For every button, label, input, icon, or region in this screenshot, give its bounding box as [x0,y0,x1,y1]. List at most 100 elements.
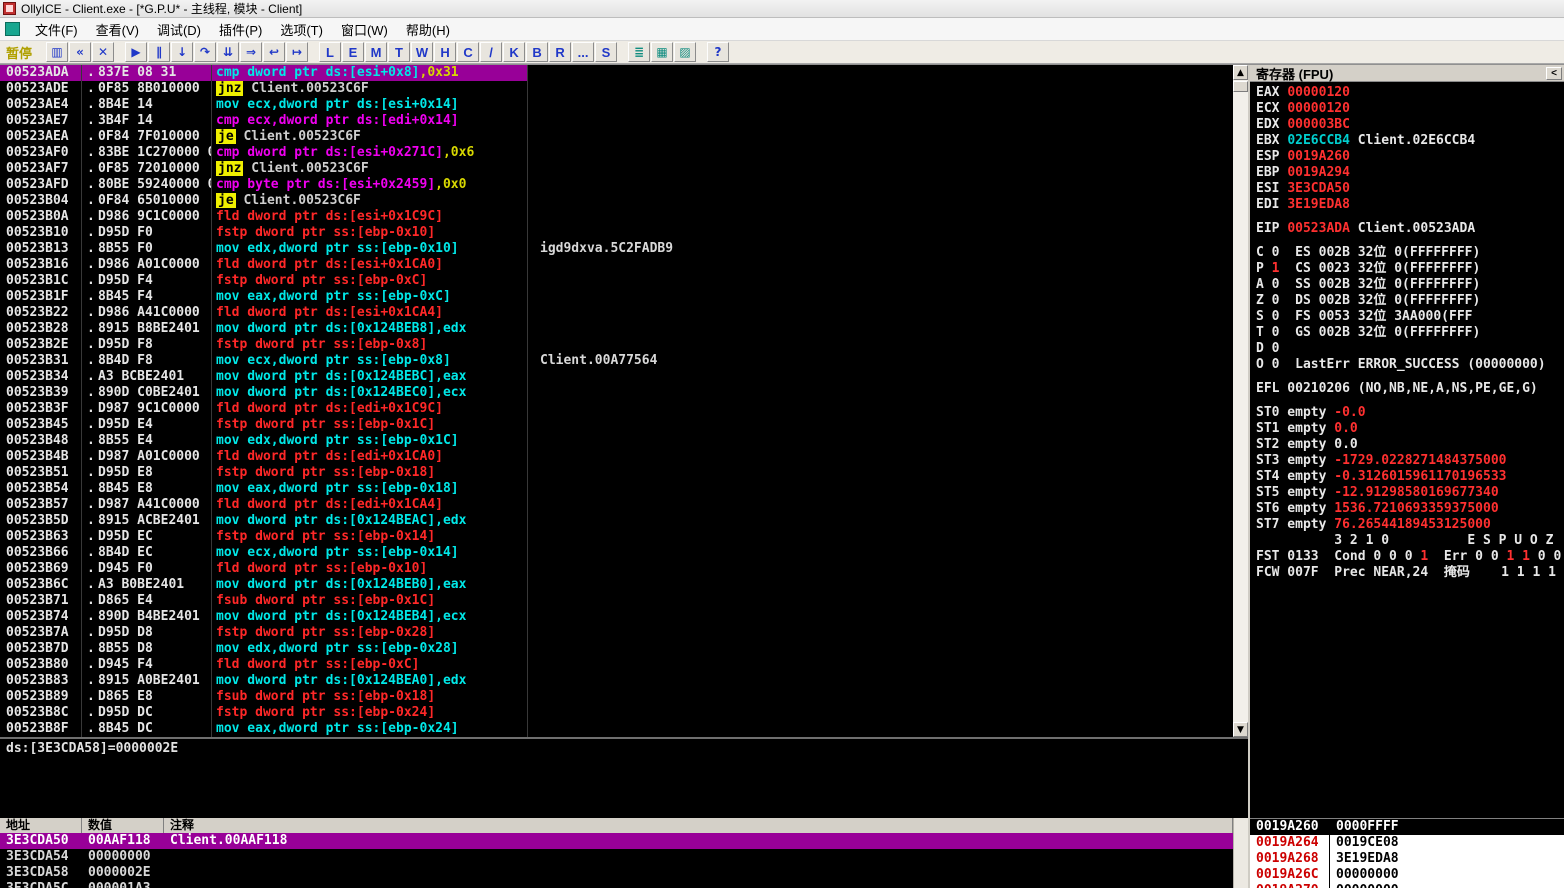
disasm-row[interactable]: 00523AF7. 0F85 72010000 jnz Client.00523C6… [0,161,1233,177]
disasm-row[interactable]: 00523B51. D95D E8 fstp dword ptr ss:[ebp-0… [0,465,1233,481]
register-line[interactable]: A 0 SS 002B 32位 0(FFFFFFFF) [1256,277,1564,293]
windows-list-button[interactable]: ▦ [651,42,674,62]
register-line[interactable]: FST 0133 Cond 0 0 0 1 Err 0 0 1 1 0 0 [1256,549,1564,565]
collapse-registers-button[interactable]: < [1546,66,1562,80]
disasm-row[interactable]: 00523B45. D95D E4 fstp dword ptr ss:[ebp-0… [0,417,1233,433]
disasm-row[interactable]: 00523B89. D865 E8 fsub dword ptr ss:[ebp-0… [0,689,1233,705]
disasm-row[interactable]: 00523B8F. 8B45 DC mov eax,dword ptr ss:[eb… [0,721,1233,737]
callstack-window-button[interactable]: K [503,42,526,62]
register-line[interactable]: P 1 CS 0023 32位 0(FFFFFFFF) [1256,261,1564,277]
register-line[interactable]: EFL 00210206 (NO,NB,NE,A,NS,PE,GE,G) [1256,381,1564,397]
disassembly-pane[interactable]: 00523ADA. 837E 08 31 cmp dword ptr ds:[esi… [0,65,1248,737]
register-line[interactable]: EDX 000003BC [1256,117,1564,133]
animate-into-button[interactable]: ⇊ [217,42,240,62]
close-button[interactable]: ✕ [92,42,115,62]
execute-till-return-button[interactable]: ↩ [263,42,286,62]
disasm-row[interactable]: 00523B31. 8B4D F8 mov ecx,dword ptr ss:[eb… [0,353,1233,369]
dump-row[interactable]: 3E3CDA58 0000002E [0,865,1233,881]
mdi-child-icon[interactable] [5,22,20,36]
animate-over-button[interactable]: ⇒ [240,42,263,62]
scrollbar-thumb[interactable] [1233,81,1248,92]
disasm-row[interactable]: 00523ADE. 0F85 8B010000 jnz Client.00523C6… [0,81,1233,97]
cpu-window-button[interactable]: C [457,42,480,62]
disasm-row[interactable]: 00523B1C. D95D F4 fstp dword ptr ss:[ebp-0… [0,273,1233,289]
disasm-row[interactable]: 00523B69. D945 F0 fld dword ptr ss:[ebp-0x… [0,561,1233,577]
memory-window-button[interactable]: M [365,42,388,62]
breakpoints-window-button[interactable]: B [526,42,549,62]
register-line[interactable]: ST2 empty 0.0 [1256,437,1564,453]
register-line[interactable]: EIP 00523ADA Client.00523ADA [1256,221,1564,237]
step-into-button[interactable]: ↓ [171,42,194,62]
register-line[interactable]: T 0 GS 002B 32位 0(FFFFFFFF) [1256,325,1564,341]
register-line[interactable]: ST1 empty 0.0 [1256,421,1564,437]
disasm-row[interactable]: 00523B04. 0F84 65010000 je Client.00523C6F [0,193,1233,209]
appearance-options-button[interactable]: ▨ [674,42,697,62]
register-line[interactable]: 3 2 1 0 E S P U O Z [1256,533,1564,549]
windows-window-button[interactable]: W [411,42,434,62]
disasm-row[interactable]: 00523B83. 8915 A0BE2401 mov dword ptr ds:[… [0,673,1233,689]
disasm-row[interactable]: 00523B7D. 8B55 D8 mov edx,dword ptr ss:[eb… [0,641,1233,657]
handles-window-button[interactable]: H [434,42,457,62]
disasm-scrollbar[interactable]: ▲ ▼ [1233,65,1248,737]
register-line[interactable]: ST3 empty -1729.0228271484375000 [1256,453,1564,469]
stack-row[interactable]: 0019A268 3E19EDA8 [1250,851,1564,867]
references-window-button[interactable]: R [549,42,572,62]
disasm-row[interactable]: 00523AE7. 3B4F 14 cmp ecx,dword ptr ds:[ed… [0,113,1233,129]
log-window-button[interactable]: L [319,42,342,62]
menu-item[interactable]: 调试(D) [148,17,210,42]
runtrace-window-button[interactable]: ... [572,42,595,62]
register-line[interactable]: EBP 0019A294 [1256,165,1564,181]
disasm-row[interactable]: 00523AEA. 0F84 7F010000 je Client.00523C6F [0,129,1233,145]
register-line[interactable]: C 0 ES 002B 32位 0(FFFFFFFF) [1256,245,1564,261]
disasm-row[interactable]: 00523B80. D945 F4 fld dword ptr ss:[ebp-0x… [0,657,1233,673]
register-line[interactable]: O 0 LastErr ERROR_SUCCESS (00000000) [1256,357,1564,373]
register-line[interactable]: EAX 00000120 [1256,85,1564,101]
disasm-row[interactable]: 00523B63. D95D EC fstp dword ptr ss:[ebp-0… [0,529,1233,545]
disasm-row[interactable]: 00523AFD. 80BE 59240000 00 cmp byte ptr ds… [0,177,1233,193]
disasm-row[interactable]: 00523B4B. D987 A01C0000 fld dword ptr ds:[… [0,449,1233,465]
run-button[interactable]: ▶ [125,42,148,62]
register-line[interactable]: ST0 empty -0.0 [1256,405,1564,421]
disasm-row[interactable]: 00523B7A. D95D D8 fstp dword ptr ss:[ebp-0… [0,625,1233,641]
patches-window-button[interactable]: / [480,42,503,62]
scroll-up-icon[interactable]: ▲ [1233,65,1248,80]
register-line[interactable]: ECX 00000120 [1256,101,1564,117]
disasm-row[interactable]: 00523B39. 890D C0BE2401 mov dword ptr ds:[… [0,385,1233,401]
menu-item[interactable]: 窗口(W) [332,17,397,42]
disasm-row[interactable]: 00523B6C. A3 B0BE2401 mov dword ptr ds:[0x… [0,577,1233,593]
disasm-row[interactable]: 00523B8C. D95D DC fstp dword ptr ss:[ebp-0… [0,705,1233,721]
dump-row[interactable]: 3E3CDA5C000001A3 [0,881,1233,888]
dump-scrollbar-strip[interactable] [1233,818,1248,888]
menu-item[interactable]: 文件(F) [26,17,87,42]
disasm-row[interactable]: 00523B71. D865 E4 fsub dword ptr ss:[ebp-0… [0,593,1233,609]
menu-item[interactable]: 查看(V) [87,17,148,42]
disasm-row[interactable]: 00523B13. 8B55 F0 mov edx,dword ptr ss:[eb… [0,241,1233,257]
threads-window-button[interactable]: T [388,42,411,62]
go-to-button[interactable]: ↦ [286,42,309,62]
register-line[interactable]: FCW 007F Prec NEAR,24 掩码 1 1 1 1 [1256,565,1564,581]
register-line[interactable]: EBX 02E6CCB4 Client.02E6CCB4 [1256,133,1564,149]
disasm-row[interactable]: 00523B10. D95D F0 fstp dword ptr ss:[ebp-0… [0,225,1233,241]
register-line[interactable]: Z 0 DS 002B 32位 0(FFFFFFFF) [1256,293,1564,309]
menu-item[interactable]: 插件(P) [210,17,271,42]
stack-row[interactable]: 0019A26C 00000000 [1250,867,1564,883]
help-button[interactable]: ? [707,42,730,62]
restart-button[interactable]: « [69,42,92,62]
disasm-row[interactable]: 00523B2E. D95D F8 fstp dword ptr ss:[ebp-0… [0,337,1233,353]
log-options-button[interactable]: ≣ [628,42,651,62]
disasm-row[interactable]: 00523B54. 8B45 E8 mov eax,dword ptr ss:[eb… [0,481,1233,497]
register-line[interactable]: D 0 [1256,341,1564,357]
menu-item[interactable]: 帮助(H) [397,17,459,42]
dump-row[interactable]: 3E3CDA54 00000000 [0,849,1233,865]
disasm-row[interactable]: 00523B74. 890D B4BE2401 mov dword ptr ds:[… [0,609,1233,625]
disasm-row[interactable]: 00523AF0. 83BE 1C270000 06 cmp dword ptr d… [0,145,1233,161]
disasm-row[interactable]: 00523ADA. 837E 08 31 cmp dword ptr ds:[esi… [0,65,1233,81]
scroll-down-icon[interactable]: ▼ [1233,722,1248,737]
register-line[interactable]: ST6 empty 1536.7210693359375000 [1256,501,1564,517]
stack-row[interactable]: 0019A260 0000FFFF [1250,819,1564,835]
step-over-button[interactable]: ↷ [194,42,217,62]
disasm-row[interactable]: 00523B22. D986 A41C0000 fld dword ptr ds:[… [0,305,1233,321]
open-button[interactable]: ▥ [46,42,69,62]
executables-window-button[interactable]: E [342,42,365,62]
disasm-row[interactable]: 00523B28. 8915 B8BE2401 mov dword ptr ds:[… [0,321,1233,337]
